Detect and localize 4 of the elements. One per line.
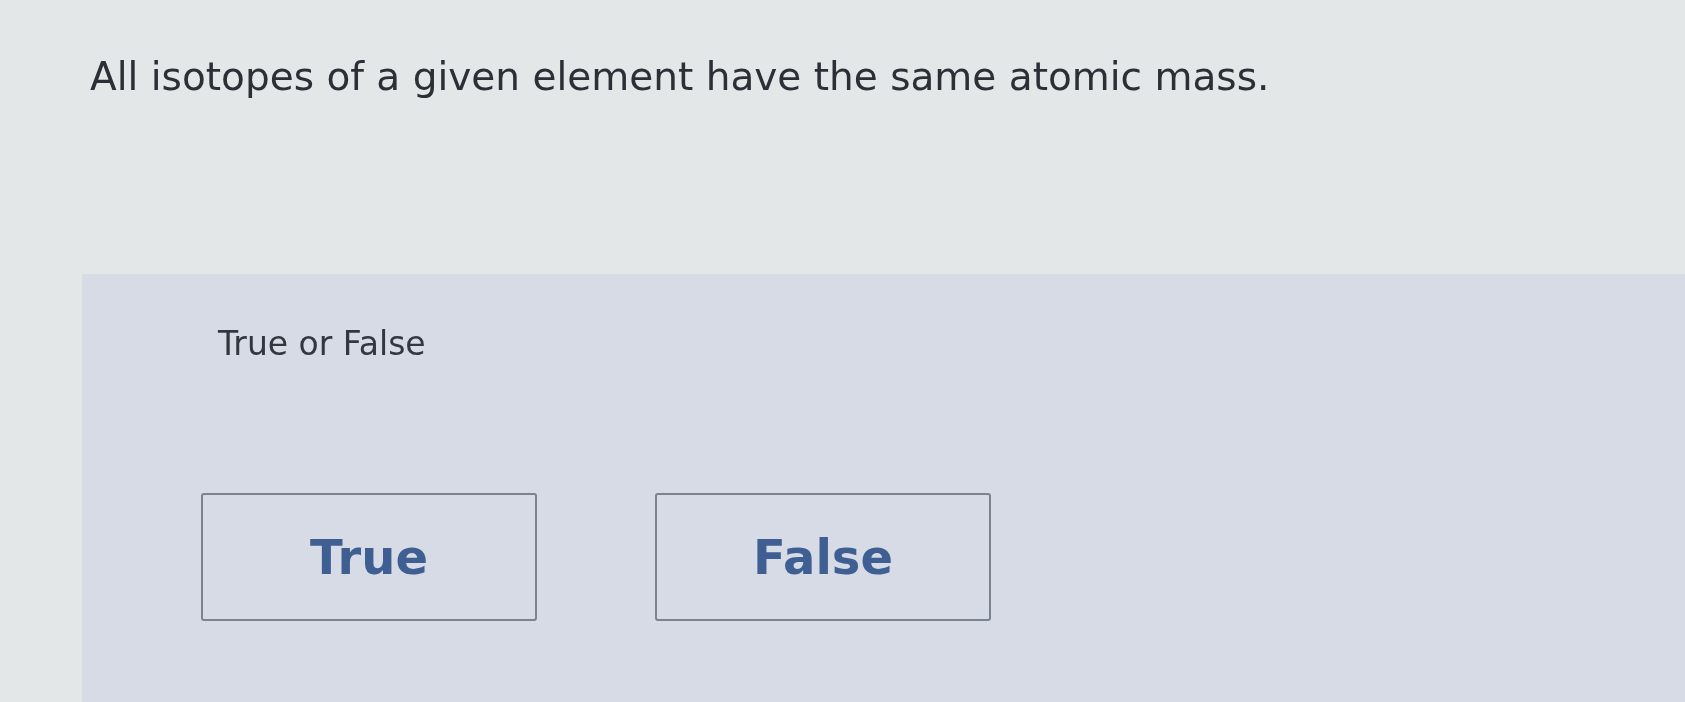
question-text: All isotopes of a given element have the same atomic mass. — [90, 54, 1271, 99]
answer-option-button[interactable]: False — [655, 493, 991, 621]
prompt-text: True or False — [218, 324, 426, 363]
answer-option-button[interactable]: True — [201, 493, 537, 621]
